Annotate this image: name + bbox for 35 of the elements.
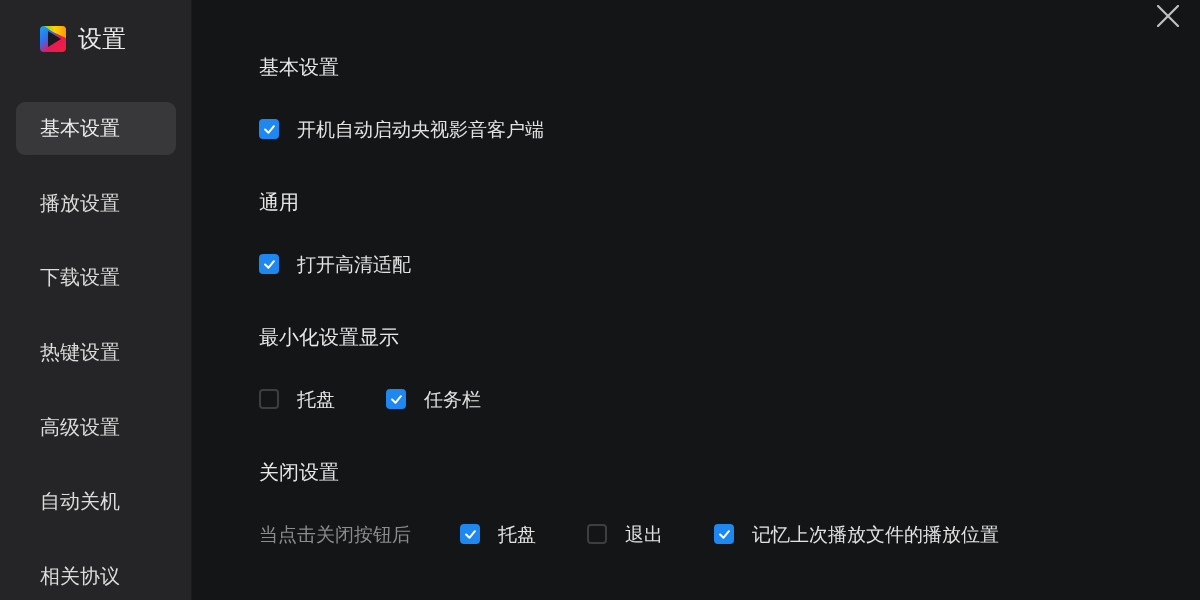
logo-icon: [40, 26, 66, 52]
sidebar-item[interactable]: 热键设置: [16, 326, 176, 380]
close-icon: [1157, 5, 1179, 27]
option-prompt: 当点击关闭按钮后: [259, 522, 411, 547]
checkbox-label: 退出: [625, 522, 663, 547]
sidebar-item[interactable]: 基本设置: [16, 102, 176, 155]
checkbox[interactable]: [587, 524, 607, 544]
check-icon: [263, 124, 275, 134]
check-icon: [390, 394, 402, 404]
close-button[interactable]: [1157, 5, 1179, 27]
section-heading: 通用: [259, 189, 299, 215]
checkbox-label: 任务栏: [424, 387, 481, 412]
sidebar-item[interactable]: 下载设置: [16, 251, 176, 305]
sidebar-item[interactable]: 相关协议: [16, 550, 176, 600]
checkbox-label: 托盘: [498, 522, 536, 547]
section-heading: 最小化设置显示: [259, 324, 399, 350]
section-heading: 基本设置: [259, 54, 339, 80]
checkbox[interactable]: [714, 524, 734, 544]
check-icon: [263, 259, 275, 269]
checkbox[interactable]: [259, 119, 279, 139]
sidebar-item[interactable]: 播放设置: [16, 176, 176, 230]
checkbox[interactable]: [259, 389, 279, 409]
checkbox[interactable]: [259, 254, 279, 274]
checkbox-label: 打开高清适配: [297, 252, 411, 277]
section-heading: 关闭设置: [259, 459, 339, 485]
checkbox-label: 开机自动启动央视影音客户端: [297, 117, 544, 142]
checkbox[interactable]: [460, 524, 480, 544]
sidebar-item[interactable]: 自动关机: [16, 475, 176, 529]
checkbox[interactable]: [386, 389, 406, 409]
check-icon: [464, 529, 476, 539]
check-icon: [718, 529, 730, 539]
checkbox-label: 记忆上次播放文件的播放位置: [752, 522, 999, 547]
checkbox-label: 托盘: [297, 387, 335, 412]
sidebar-item[interactable]: 高级设置: [16, 400, 176, 454]
app-title: 设置: [78, 24, 126, 54]
